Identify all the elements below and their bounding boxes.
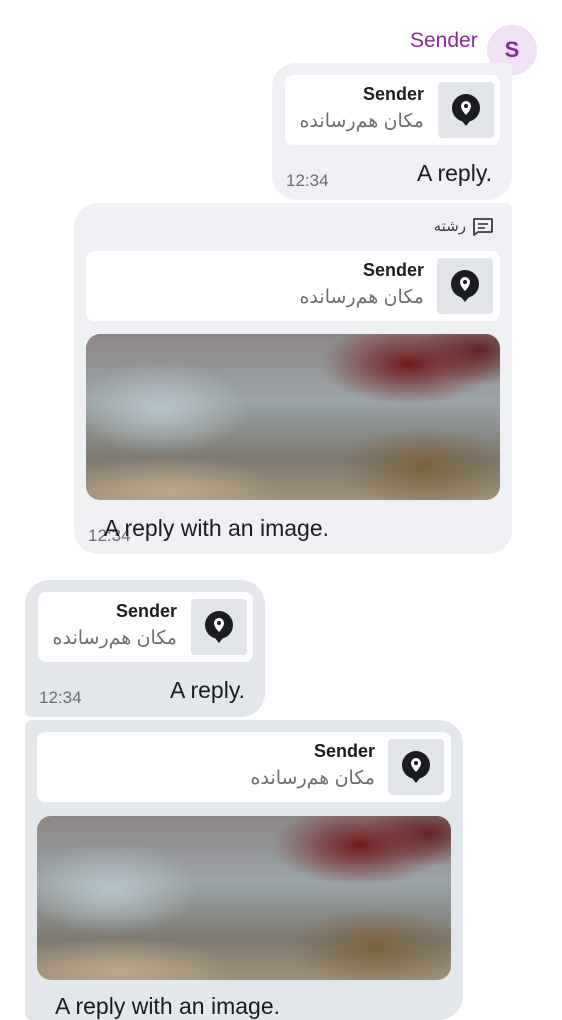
- message-text: A reply.: [170, 677, 245, 703]
- message-text: A reply with an image.: [55, 993, 281, 1019]
- reply-preview[interactable]: Sender مکان هم‌رسانده: [86, 251, 500, 321]
- message-text: A reply.: [417, 160, 492, 186]
- reply-location-label: مکان هم‌رسانده: [299, 111, 424, 132]
- reply-sender: Sender: [115, 601, 177, 621]
- map-pin-icon: [438, 82, 494, 138]
- reply-location-label: مکان هم‌رسانده: [52, 628, 177, 649]
- reply-preview[interactable]: Sender مکان هم‌رسانده: [38, 592, 253, 662]
- reply-sender: Sender: [313, 741, 375, 761]
- message-timestamp: 12:34: [286, 171, 329, 190]
- message-timestamp: 12:34: [39, 688, 82, 707]
- message-text: A reply with an image.: [104, 515, 330, 541]
- message-image[interactable]: [86, 334, 500, 500]
- reply-location-label: مکان هم‌رسانده: [299, 287, 424, 308]
- thread-icon: [473, 218, 493, 236]
- message-bubble[interactable]: Sender مکان هم‌رسانده A reply with an im…: [25, 720, 463, 1020]
- reply-location-label: مکان هم‌رسانده: [250, 768, 375, 789]
- sender-name[interactable]: Sender: [410, 28, 478, 54]
- map-pin-icon: [388, 739, 444, 795]
- map-pin-icon: [437, 258, 493, 314]
- message-image[interactable]: [37, 816, 451, 980]
- map-pin-icon: [191, 599, 247, 655]
- message-bubble[interactable]: رشته Sender مکان هم‌رسانده 12:34 A reply…: [74, 203, 512, 554]
- thread-label-text: رشته: [433, 218, 466, 235]
- reply-preview[interactable]: Sender مکان هم‌رسانده: [37, 732, 451, 802]
- thread-label[interactable]: رشته: [434, 217, 494, 237]
- reply-sender: Sender: [362, 84, 424, 104]
- message-bubble[interactable]: Sender مکان هم‌رسانده 12:34 A reply.: [272, 63, 512, 200]
- avatar-initial: S: [504, 37, 520, 62]
- reply-preview[interactable]: Sender مکان هم‌رسانده: [285, 75, 500, 145]
- message-bubble[interactable]: Sender مکان هم‌رسانده 12:34 A reply.: [25, 580, 265, 717]
- reply-sender: Sender: [362, 260, 424, 280]
